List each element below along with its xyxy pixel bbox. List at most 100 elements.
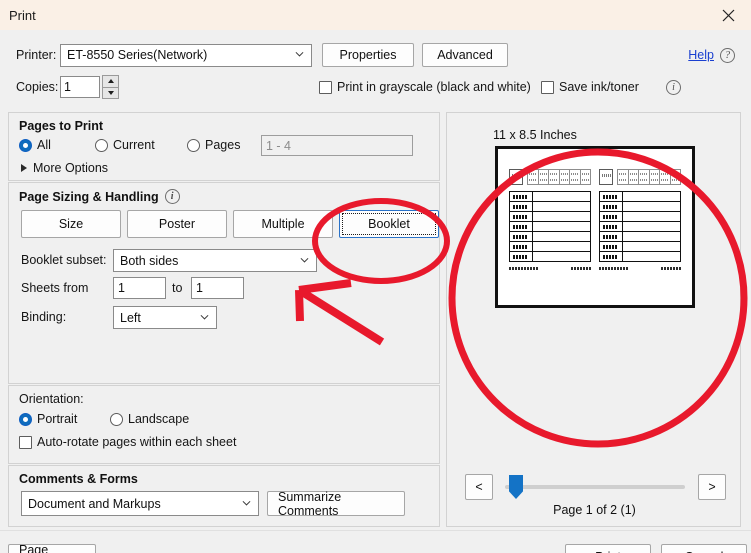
mini-table-row [600,202,680,212]
multiple-button[interactable]: Multiple [233,210,333,238]
next-page-button[interactable]: > [698,474,726,500]
mini-header-cell [527,169,539,185]
help-link[interactable]: Help [688,48,714,62]
copies-increment-button[interactable] [102,75,119,88]
print-in-grayscale-checkbox[interactable]: Print in grayscale (black and white) [319,80,531,94]
page-slider-track[interactable] [505,485,685,489]
radio-indicator [110,412,123,426]
radio-indicator [19,138,32,152]
mini-header-cell [559,169,570,185]
mini-logo-icon [599,169,613,185]
binding-label: Binding: [21,310,67,324]
orientation-title: Orientation: [19,392,84,406]
mini-row-label [510,232,533,241]
mini-row-label [600,192,623,201]
mini-table-row [510,192,590,202]
radio-landscape[interactable]: Landscape [110,412,189,426]
save-ink-toner-label: Save ink/toner [559,80,639,94]
mini-table-row [600,232,680,242]
radio-pages-label: Pages [205,138,241,152]
mini-row-value [533,202,590,211]
copies-stepper[interactable] [102,75,119,99]
mini-row-value [533,252,590,261]
save-ink-toner-checkbox[interactable]: Save ink/toner [541,80,639,94]
radio-portrait[interactable]: Portrait [19,412,77,426]
mini-row-label [600,212,623,221]
mini-table-row [600,212,680,222]
radio-indicator [19,412,32,426]
checkbox-box [541,80,554,94]
info-icon[interactable]: i [666,79,681,95]
chevron-down-icon [200,314,209,320]
mini-row-label [600,242,623,251]
radio-pages[interactable]: Pages [187,138,240,152]
summarize-comments-button[interactable]: Summarize Comments [267,490,405,518]
mini-row-label [600,202,623,211]
comments-forms-group: Comments & Forms Document and Markups Su… [8,465,440,527]
more-options-toggle[interactable]: More Options [21,161,108,175]
radio-all[interactable]: All [19,138,51,152]
question-mark-icon[interactable]: ? [720,47,735,63]
page-sizing-title-row: Page Sizing & Handling i [19,189,180,204]
radio-indicator [187,138,200,152]
focus-ring [342,213,436,235]
copies-input[interactable]: 1 [60,76,100,98]
triangle-up-icon [107,79,114,84]
mini-header-cell [660,169,671,185]
window-title: Print [9,7,36,23]
auto-rotate-checkbox[interactable]: Auto-rotate pages within each sheet [19,435,236,449]
mini-table-row [600,192,680,202]
mini-table [509,191,591,262]
comments-forms-dropdown[interactable]: Document and Markups [21,491,259,516]
chevron-down-icon [295,51,304,57]
size-button[interactable]: Size [21,210,121,238]
properties-button[interactable]: Properties [322,43,414,67]
triangle-down-icon [107,90,114,95]
mini-header-cell [628,169,639,185]
page-slider-thumb[interactable] [509,475,523,499]
sheets-to-input[interactable]: 1 [191,277,244,299]
booklet-subset-dropdown[interactable]: Both sides [113,249,317,272]
copies-decrement-button[interactable] [102,87,119,99]
mini-table-row [600,252,680,262]
radio-current-label: Current [113,138,155,152]
close-glyph [722,9,734,21]
mini-row-value [623,222,680,231]
binding-dropdown[interactable]: Left [113,306,217,329]
mini-table-row [510,212,590,222]
more-options-label: More Options [33,161,109,175]
comments-forms-title: Comments & Forms [19,472,138,486]
chevron-down-icon [242,500,251,506]
mini-table-row [600,222,680,232]
previous-page-button[interactable]: < [465,474,493,500]
sheets-from-input[interactable]: 1 [113,277,166,299]
cancel-button[interactable]: Cancel [661,544,747,553]
info-icon[interactable]: i [164,189,180,204]
mini-table [599,191,681,262]
booklet-button[interactable]: Booklet [339,210,439,238]
mini-row-label [600,222,623,231]
chevron-right-icon [21,164,27,172]
page-setup-button[interactable]: Page Setup... [8,543,96,553]
radio-current[interactable]: Current [95,138,155,152]
printer-select[interactable]: ET-8550 Series(Network) [60,43,312,67]
print-button[interactable]: Print [565,544,651,553]
mini-table-row [510,242,590,252]
help-group: Help ? [688,47,735,63]
poster-button[interactable]: Poster [127,210,227,238]
mini-row-value [533,212,590,221]
mini-footer [509,267,591,270]
close-icon[interactable] [705,0,751,30]
sheets-from-label: Sheets from [21,281,89,295]
radio-indicator [95,138,108,152]
pages-range-input[interactable]: 1 - 4 [261,135,413,156]
binding-value: Left [120,310,141,325]
mini-row-label [600,232,623,241]
advanced-button[interactable]: Advanced [422,43,508,67]
mini-row-value [533,232,590,241]
multiple-button-label: Multiple [261,217,305,231]
chevron-down-icon [300,257,309,263]
auto-rotate-label: Auto-rotate pages within each sheet [37,435,237,449]
window-title-bar: Print [0,0,751,30]
mini-header-cell [617,169,629,185]
